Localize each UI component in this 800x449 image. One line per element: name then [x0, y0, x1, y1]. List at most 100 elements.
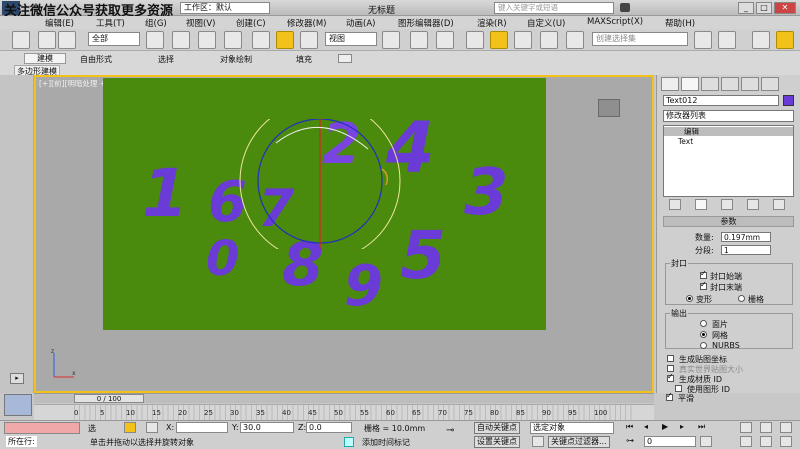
- stack-item-text[interactable]: Text: [678, 137, 693, 146]
- object-color-swatch[interactable]: [783, 95, 794, 106]
- time-slider-thumb[interactable]: 0 / 100: [74, 394, 144, 403]
- add-time-tag-label[interactable]: 添加时间标记: [362, 437, 410, 448]
- ribbon-tab-selection[interactable]: 选择: [158, 54, 174, 65]
- workspace-dropdown[interactable]: 工作区：默认: [180, 2, 270, 14]
- key-mode-toggle-icon[interactable]: ⊶: [626, 436, 640, 447]
- go-to-start-icon[interactable]: ⏮: [626, 422, 640, 433]
- menu-graph-editors[interactable]: 图形编辑器(D): [398, 17, 454, 29]
- selected-object-dropdown[interactable]: 选定对象: [530, 422, 614, 434]
- go-to-end-icon[interactable]: ⏭: [698, 422, 712, 433]
- show-end-result-icon[interactable]: [695, 199, 707, 210]
- ribbon-tab-freeform[interactable]: 自由形式: [80, 54, 112, 65]
- y-input[interactable]: 30.0: [240, 422, 294, 433]
- render-icon[interactable]: [776, 31, 794, 49]
- ref-coord-dropdown[interactable]: 视图: [325, 32, 377, 46]
- use-shape-id-checkbox[interactable]: [675, 385, 682, 392]
- ribbon-tab-populate[interactable]: 填充: [296, 54, 312, 65]
- play-icon[interactable]: ▶: [662, 422, 676, 433]
- mirror-icon[interactable]: [694, 31, 712, 49]
- zoom-icon[interactable]: [760, 422, 772, 433]
- x-input[interactable]: [176, 422, 228, 433]
- modify-tab-icon[interactable]: [681, 77, 699, 91]
- cap-start-checkbox[interactable]: [700, 269, 707, 279]
- snap-icon[interactable]: [466, 31, 484, 49]
- angle-snap-icon[interactable]: [490, 31, 508, 49]
- display-tab-icon[interactable]: [741, 77, 759, 91]
- link-icon[interactable]: [38, 31, 56, 49]
- maxscript-listener-field[interactable]: [4, 422, 80, 434]
- morph-radio[interactable]: [686, 295, 693, 302]
- select-by-name-icon[interactable]: [172, 31, 190, 49]
- viewport[interactable]: [+][前][明暗处理 + 边面] 1 6 7 2 4 3 0 8 9 5 z …: [34, 75, 654, 393]
- named-selection-dropdown[interactable]: 创建选择集: [592, 32, 688, 46]
- rotate-gizmo[interactable]: [236, 119, 416, 249]
- time-tag-icon[interactable]: [344, 437, 354, 447]
- gen-matid-checkbox[interactable]: [667, 372, 674, 382]
- patch-radio[interactable]: [700, 320, 707, 327]
- time-slider[interactable]: 0 / 100: [34, 393, 654, 403]
- grid-radio[interactable]: [738, 295, 745, 302]
- ribbon-options-button[interactable]: [338, 54, 352, 63]
- hierarchy-tab-icon[interactable]: [701, 77, 719, 91]
- edit-named-selection-icon[interactable]: [566, 31, 584, 49]
- search-input[interactable]: 键入关键字或短语: [494, 2, 614, 14]
- key-filters-button[interactable]: 关键点过滤器...: [548, 436, 610, 448]
- menu-animation[interactable]: 动画(A): [346, 17, 375, 29]
- utilities-tab-icon[interactable]: [761, 77, 779, 91]
- mini-listener[interactable]: [4, 394, 32, 416]
- menu-tools[interactable]: 工具(T): [96, 17, 125, 29]
- keyboard-shortcut-icon[interactable]: [436, 31, 454, 49]
- undo-icon[interactable]: [12, 31, 30, 49]
- configure-sets-icon[interactable]: [773, 199, 785, 210]
- params-rollout-header[interactable]: 参数: [663, 216, 794, 227]
- rotate-icon[interactable]: [276, 31, 294, 49]
- menu-maxscript[interactable]: MAXScript(X): [587, 17, 643, 27]
- pin-stack-icon[interactable]: [669, 199, 681, 210]
- maximize-viewport-icon[interactable]: [780, 436, 792, 447]
- menu-modifiers[interactable]: 修改器(M): [287, 17, 326, 29]
- auto-key-button[interactable]: 自动关键点: [474, 422, 520, 434]
- menu-help[interactable]: 帮助(H): [665, 17, 695, 29]
- lock-selection-icon[interactable]: [124, 422, 136, 433]
- prev-frame-icon[interactable]: ◂: [644, 422, 658, 433]
- remove-modifier-icon[interactable]: [747, 199, 759, 210]
- menu-group[interactable]: 组(G): [145, 17, 167, 29]
- frame-input[interactable]: 0: [644, 436, 696, 447]
- maximize-button[interactable]: □: [756, 2, 772, 14]
- key-mode-icon[interactable]: ⊸: [446, 426, 466, 436]
- align-icon[interactable]: [718, 31, 736, 49]
- spinner-snap-icon[interactable]: [540, 31, 558, 49]
- unlink-icon[interactable]: [58, 31, 76, 49]
- zoom-all-icon[interactable]: [780, 422, 792, 433]
- create-tab-icon[interactable]: [661, 77, 679, 91]
- set-key-button[interactable]: 设置关键点: [474, 436, 520, 448]
- absolute-mode-icon[interactable]: [146, 422, 158, 433]
- modifier-list-dropdown[interactable]: 修改器列表: [663, 110, 794, 122]
- pan-view-icon[interactable]: [740, 422, 752, 433]
- manipulate-icon[interactable]: [410, 31, 428, 49]
- menu-create[interactable]: 创建(C): [236, 17, 266, 29]
- make-unique-icon[interactable]: [721, 199, 733, 210]
- viewport-expand-button[interactable]: ▸: [10, 373, 24, 384]
- minimize-button[interactable]: _: [738, 2, 754, 14]
- material-editor-icon[interactable]: [752, 31, 770, 49]
- menu-view[interactable]: 视图(V): [186, 17, 215, 29]
- selection-filter-dropdown[interactable]: 全部: [88, 32, 140, 46]
- real-world-checkbox[interactable]: [667, 365, 674, 372]
- pivot-icon[interactable]: [382, 31, 400, 49]
- time-config-icon[interactable]: [700, 436, 712, 447]
- nurbs-radio[interactable]: [700, 342, 707, 349]
- motion-tab-icon[interactable]: [721, 77, 739, 91]
- move-icon[interactable]: [252, 31, 270, 49]
- orbit-icon[interactable]: [760, 436, 772, 447]
- window-crossing-icon[interactable]: [224, 31, 242, 49]
- menu-rendering[interactable]: 渲染(R): [477, 17, 507, 29]
- next-frame-icon[interactable]: ▸: [680, 422, 694, 433]
- ribbon-tab-modeling[interactable]: 建模: [24, 53, 66, 64]
- steps-input[interactable]: 0.197mm: [721, 232, 771, 242]
- cap-end-checkbox[interactable]: [700, 280, 707, 290]
- menu-edit[interactable]: 编辑(E): [45, 17, 74, 29]
- stack-item-edit[interactable]: 编辑: [664, 127, 793, 136]
- field-of-view-icon[interactable]: [740, 436, 752, 447]
- mesh-radio[interactable]: [700, 331, 707, 338]
